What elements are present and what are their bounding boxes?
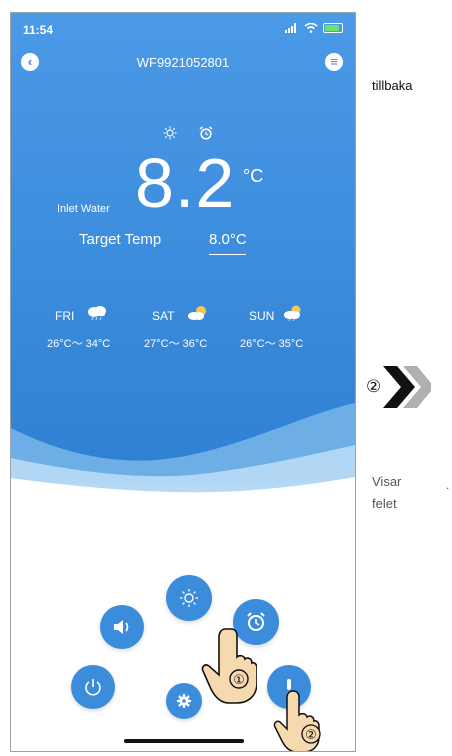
back-annotation: tillbaka — [372, 78, 413, 93]
gear-icon — [177, 694, 191, 708]
mode-button[interactable] — [166, 575, 212, 621]
sun-rain-icon — [284, 305, 301, 321]
status-icons — [285, 23, 343, 33]
mode-icons — [163, 126, 213, 140]
error-annotation: felet — [372, 496, 397, 511]
status-time: 11:54 — [23, 23, 54, 37]
wifi-icon — [304, 23, 318, 33]
wave-divider — [11, 403, 355, 503]
rain-cloud-icon — [88, 306, 106, 321]
double-chevron-right-icon — [383, 366, 432, 408]
power-button[interactable] — [71, 665, 115, 709]
sound-button[interactable] — [100, 605, 144, 649]
hand-pointer-icon-2: ② — [273, 690, 321, 751]
weather-range-fri: 26°C～ 34°C — [47, 338, 111, 350]
weather-range-sat: 27°C～ 36°C — [144, 338, 208, 350]
temperature-unit: °C — [243, 166, 264, 186]
weather-day-fri: FRI — [55, 309, 75, 323]
page: 11:54 ‹ WF9921052801 ≡ Inlet Water 8.2 °… — [0, 0, 452, 756]
hand-pointer-icon-1: ① — [201, 628, 257, 704]
step-1-label: ① — [233, 673, 245, 688]
inlet-temperature: 8.2 — [135, 144, 236, 222]
inlet-water-label: Inlet Water — [57, 203, 110, 215]
nav-bar: ‹ WF9921052801 ≡ — [11, 51, 355, 75]
status-bar: 11:54 — [11, 21, 355, 41]
shows-annotation: Visar — [372, 474, 402, 489]
annotation-dot: . — [446, 478, 450, 492]
sun-icon — [180, 589, 198, 607]
menu-button[interactable]: ≡ — [325, 53, 343, 71]
menu-icon: ≡ — [330, 54, 338, 69]
speaker-icon — [114, 620, 129, 634]
step-2-label: ② — [305, 728, 317, 743]
weather-day-sat: SAT — [152, 309, 175, 323]
weather-day-sun: SUN — [249, 309, 275, 323]
sun-cloud-icon — [188, 306, 206, 320]
step-2-number: ② — [366, 377, 382, 396]
home-indicator — [124, 739, 244, 743]
phone-screenshot: 11:54 ‹ WF9921052801 ≡ Inlet Water 8.2 °… — [10, 12, 356, 752]
settings-button[interactable] — [166, 683, 202, 719]
step-2-arrow: ② — [366, 362, 432, 412]
weather-range-sun: 26°C～ 35°C — [240, 338, 304, 350]
target-temp-label: Target Temp — [79, 231, 162, 248]
device-title: WF9921052801 — [136, 55, 230, 70]
sun-mode-icon — [163, 126, 177, 140]
power-icon — [85, 679, 101, 696]
signal-icon — [285, 23, 299, 33]
battery-icon — [323, 23, 343, 33]
alarm-clock-icon — [199, 126, 213, 140]
target-temp-value[interactable]: 8.0°C — [209, 231, 247, 248]
target-underline — [209, 254, 246, 255]
